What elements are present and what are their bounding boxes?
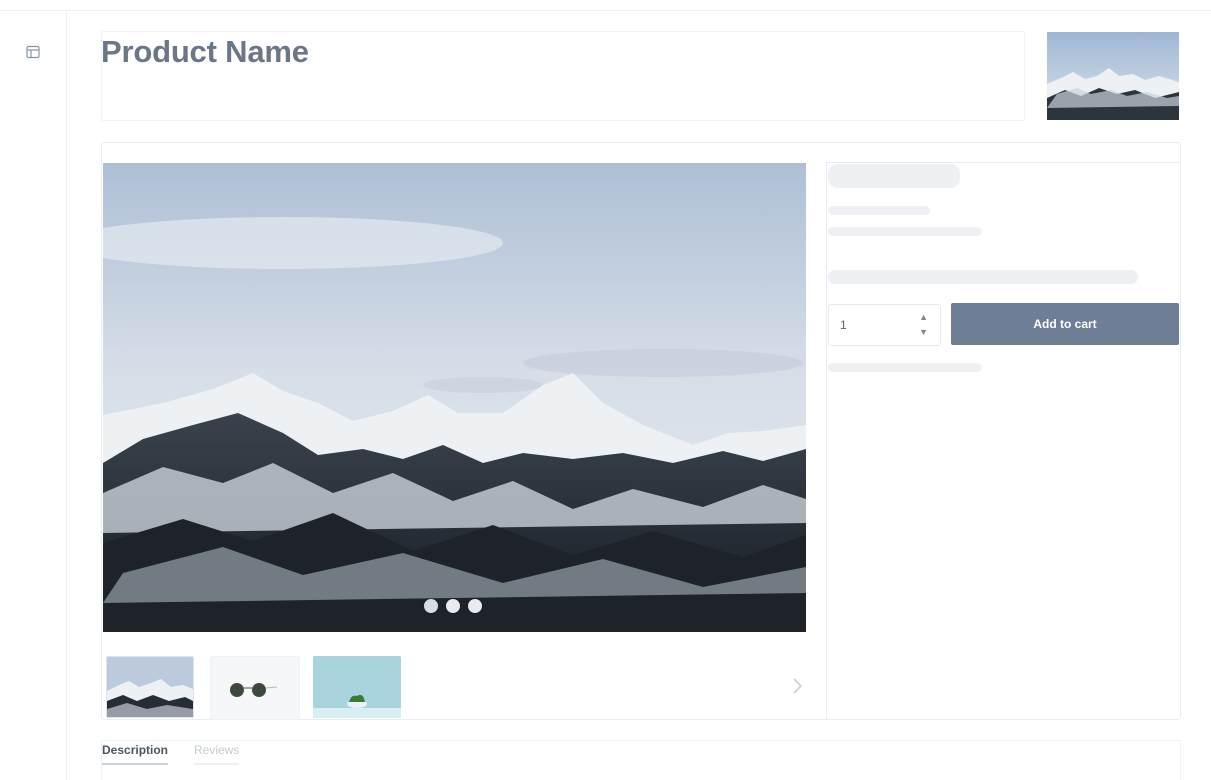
top-bar bbox=[0, 0, 1211, 11]
carousel-dots bbox=[424, 599, 482, 613]
layout-icon[interactable] bbox=[25, 44, 41, 60]
chevron-up-icon[interactable]: ▲ bbox=[919, 313, 928, 322]
tabs-container bbox=[101, 740, 1181, 780]
chevron-right-icon[interactable] bbox=[789, 675, 805, 697]
thumbnail-sunglasses[interactable] bbox=[210, 656, 300, 720]
tab-reviews[interactable]: Reviews bbox=[194, 743, 240, 765]
thumbnail-plant[interactable] bbox=[313, 656, 401, 718]
sidebar bbox=[0, 11, 67, 780]
quantity-value[interactable]: 1 bbox=[840, 318, 847, 332]
header-product-image bbox=[1047, 32, 1179, 120]
thumbnail-mountain[interactable] bbox=[106, 656, 194, 718]
page-title: Product Name bbox=[101, 34, 309, 69]
tab-description[interactable]: Description bbox=[102, 743, 169, 765]
carousel-dot[interactable] bbox=[424, 599, 438, 613]
skeleton-title bbox=[828, 164, 960, 188]
carousel-dot[interactable] bbox=[446, 599, 460, 613]
carousel-dot[interactable] bbox=[468, 599, 482, 613]
skeleton-line bbox=[828, 363, 982, 372]
skeleton-line bbox=[828, 227, 982, 236]
skeleton-line bbox=[828, 206, 930, 215]
add-to-cart-button[interactable]: Add to cart bbox=[951, 303, 1179, 345]
chevron-down-icon[interactable]: ▼ bbox=[919, 328, 928, 337]
main-product-image bbox=[103, 163, 806, 632]
quantity-stepper[interactable]: 1 ▲ ▼ bbox=[828, 304, 941, 346]
purchase-panel bbox=[826, 162, 1180, 720]
skeleton-line bbox=[828, 270, 1138, 284]
